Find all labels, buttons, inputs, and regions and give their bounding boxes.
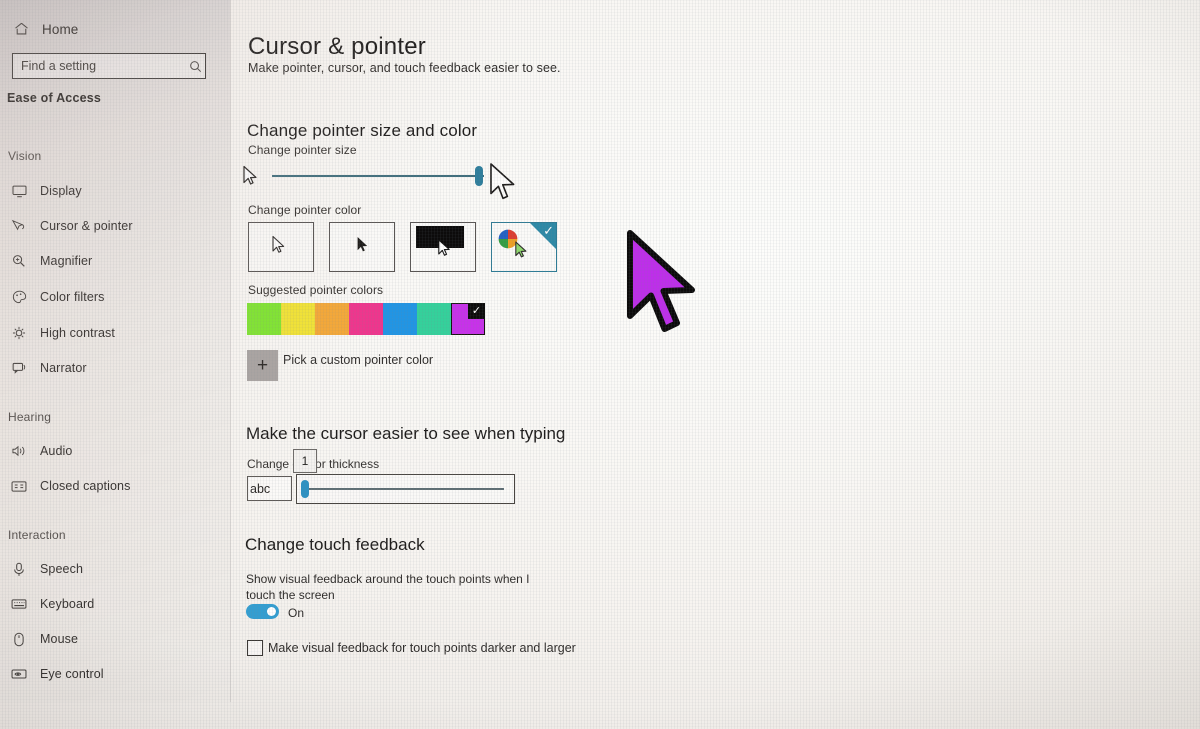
sidebar-item-label: Magnifier xyxy=(40,254,93,268)
settings-sidebar: Home Ease of Access Vision Display xyxy=(0,0,230,702)
pointer-size-track[interactable] xyxy=(272,175,484,177)
microphone-icon xyxy=(10,560,28,578)
closed-captions-icon xyxy=(10,477,28,495)
thickness-value-tooltip: 1 xyxy=(293,449,317,473)
check-icon: ✓ xyxy=(543,223,554,238)
label-suggested-pointer-colors: Suggested pointer colors xyxy=(248,283,384,297)
page-description: Make pointer, cursor, and touch feedback… xyxy=(248,61,561,75)
pointer-size-thumb[interactable] xyxy=(475,166,483,186)
sidebar-item-speech[interactable]: Speech xyxy=(4,556,226,582)
sidebar-item-label: Cursor & pointer xyxy=(40,219,133,233)
pick-custom-color-button[interactable]: + xyxy=(247,350,278,381)
small-cursor-preview-icon xyxy=(242,165,260,192)
eye-control-icon xyxy=(10,665,28,683)
sidebar-item-label: Display xyxy=(40,184,82,198)
swatch-blue[interactable] xyxy=(383,303,417,335)
mouse-icon xyxy=(10,630,28,648)
sidebar-group-vision: Vision xyxy=(8,149,42,163)
label-change-pointer-size: Change pointer size xyxy=(248,143,357,157)
sidebar-item-magnifier[interactable]: Magnifier xyxy=(4,248,226,274)
sidebar-item-mouse[interactable]: Mouse xyxy=(4,626,226,652)
white-pointer-option[interactable] xyxy=(248,222,314,272)
touch-feedback-toggle-state: On xyxy=(288,606,305,620)
sidebar-item-high-contrast[interactable]: High contrast xyxy=(4,320,226,346)
touch-feedback-toggle[interactable] xyxy=(246,604,279,619)
monitor-icon xyxy=(10,182,28,200)
section-heading-pointer-size-color: Change pointer size and color xyxy=(247,121,478,141)
sidebar-item-label: Narrator xyxy=(40,361,87,375)
sidebar-group-interaction: Interaction xyxy=(8,528,66,542)
sidebar-item-cursor-pointer[interactable]: Cursor & pointer xyxy=(4,213,226,239)
pointer-size-slider[interactable] xyxy=(242,163,507,191)
section-heading-cursor-thickness: Make the cursor easier to see when typin… xyxy=(246,424,566,443)
white-cursor-icon xyxy=(271,235,287,260)
sidebar-item-closed-captions[interactable]: Closed captions xyxy=(4,473,226,499)
cursor-thickness-thumb[interactable] xyxy=(301,480,309,498)
check-icon: ✓ xyxy=(468,303,485,319)
darker-larger-checkbox[interactable] xyxy=(247,640,263,656)
darker-larger-checkbox-label: Make visual feedback for touch points da… xyxy=(268,641,576,655)
sidebar-item-home[interactable]: Home xyxy=(12,20,78,38)
sidebar-item-display[interactable]: Display xyxy=(4,178,226,204)
cursor-thickness-preview: abc xyxy=(247,476,292,501)
black-cursor-icon xyxy=(356,236,370,259)
custom-cursor-icon xyxy=(514,241,529,265)
search-icon[interactable] xyxy=(186,57,205,75)
swatch-orange[interactable] xyxy=(315,303,349,335)
cursor-pointer-icon xyxy=(10,217,28,235)
sidebar-item-narrator[interactable]: Narrator xyxy=(4,355,226,381)
swatch-pink[interactable] xyxy=(349,303,383,335)
audio-icon xyxy=(10,442,28,460)
sidebar-item-keyboard[interactable]: Keyboard xyxy=(4,591,226,617)
sidebar-item-label: Closed captions xyxy=(40,479,131,493)
cursor-thickness-preview-text: abc xyxy=(250,481,271,496)
touch-feedback-description: Show visual feedback around the touch po… xyxy=(246,572,530,602)
color-filters-icon xyxy=(10,288,28,306)
sidebar-item-label: Audio xyxy=(40,444,73,458)
keyboard-icon xyxy=(10,595,28,613)
search-input[interactable] xyxy=(13,59,186,73)
label-change-pointer-color: Change pointer color xyxy=(248,203,362,217)
swatch-teal[interactable] xyxy=(417,303,451,335)
custom-color-pointer-option[interactable]: ✓ xyxy=(491,222,557,272)
pick-custom-color-label: Pick a custom pointer color xyxy=(283,353,434,367)
sidebar-section-title: Ease of Access xyxy=(7,91,102,105)
sidebar-group-hearing: Hearing xyxy=(8,410,52,424)
toggle-knob xyxy=(267,607,276,616)
suggested-color-swatches: ✓ xyxy=(247,303,485,335)
cursor-thickness-track[interactable] xyxy=(307,488,504,490)
search-setting-box[interactable] xyxy=(12,53,206,79)
sidebar-item-eye-control[interactable]: Eye control xyxy=(4,661,226,687)
sidebar-item-color-filters[interactable]: Color filters xyxy=(4,284,226,310)
magnifier-icon xyxy=(10,252,28,270)
system-cursor-large-purple xyxy=(620,228,712,353)
sidebar-item-label: Speech xyxy=(40,562,83,576)
inverted-pointer-option[interactable] xyxy=(410,222,476,272)
swatch-green[interactable] xyxy=(247,303,281,335)
sidebar-item-label: High contrast xyxy=(40,326,115,340)
plus-icon: + xyxy=(256,354,269,376)
sidebar-home-label: Home xyxy=(42,21,79,37)
home-icon xyxy=(12,20,30,38)
narrator-icon xyxy=(10,359,28,377)
inverted-cursor-icon xyxy=(437,239,452,264)
page-title: Cursor & pointer xyxy=(248,33,426,61)
black-pointer-option[interactable] xyxy=(329,222,395,272)
sidebar-item-label: Keyboard xyxy=(40,597,95,611)
sidebar-item-label: Color filters xyxy=(40,290,105,304)
high-contrast-icon xyxy=(10,324,28,342)
section-heading-touch-feedback: Change touch feedback xyxy=(245,535,425,554)
system-cursor-white xyxy=(487,162,521,209)
sidebar-item-label: Eye control xyxy=(40,667,104,681)
swatch-purple[interactable]: ✓ xyxy=(451,303,485,335)
sidebar-item-audio[interactable]: Audio xyxy=(4,438,226,464)
swatch-yellow[interactable] xyxy=(281,303,315,335)
sidebar-item-label: Mouse xyxy=(40,632,79,646)
cursor-thickness-slider[interactable] xyxy=(296,474,515,504)
